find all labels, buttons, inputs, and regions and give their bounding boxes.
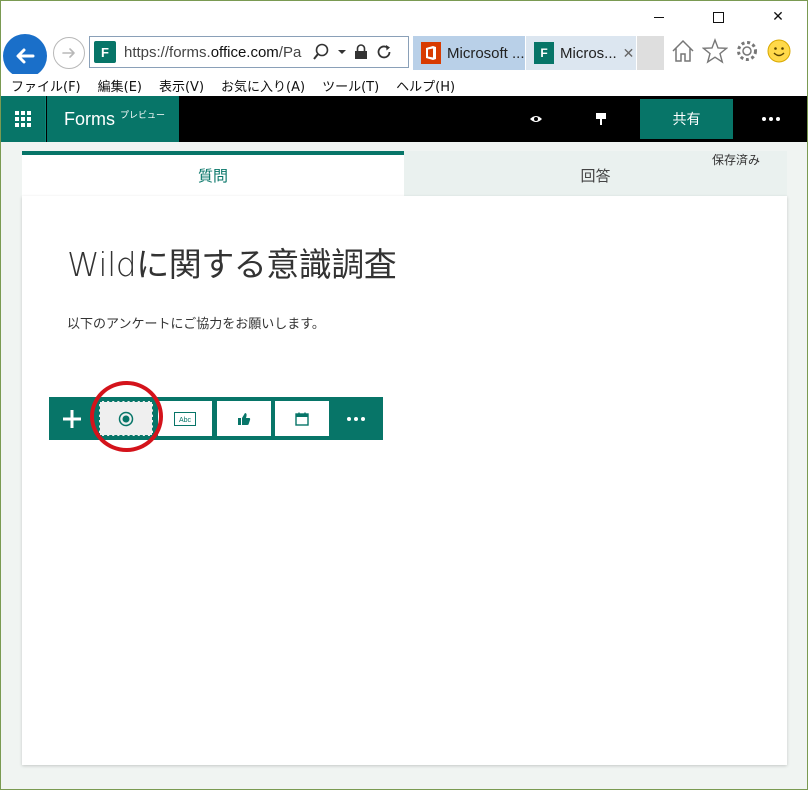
menu-help[interactable]: ヘルプ(H) [396,76,455,95]
tab-label: Microsoft ... [447,44,525,62]
text-abc-icon: Abc [174,411,196,426]
forward-button[interactable] [53,37,85,69]
new-tab-button[interactable] [637,36,664,70]
forms-favicon-icon: F [94,41,116,63]
form-title[interactable]: Wildに関する意識調査 [67,238,397,286]
app-launcher-button[interactable] [0,96,46,142]
arrow-left-icon [16,48,35,64]
maximize-button[interactable] [695,4,741,30]
dot [762,117,766,121]
gear-icon[interactable] [734,38,760,64]
tab-questions[interactable]: 質問 [22,151,404,196]
home-icon[interactable] [670,38,696,64]
radio-icon [118,411,134,426]
title-bar: ✕ [0,0,808,34]
forms-header: Forms プレビュー 共有 [0,96,808,142]
tab-label: Micros... [560,44,617,62]
thumb-icon [238,412,251,425]
add-question-button[interactable] [49,397,95,440]
brand-name: Forms [64,108,115,129]
menu-bar: ファイル(F) 編集(E) 表示(V) お気に入り(A) ツール(T) ヘルプ(… [0,74,808,96]
preview-button[interactable] [526,109,546,129]
dot [354,416,358,421]
search-icon[interactable] [312,43,330,61]
theme-button[interactable] [591,109,611,129]
smiley-icon[interactable] [766,38,792,64]
text-question-button[interactable]: Abc [158,401,212,436]
eye-icon [530,116,542,122]
browser-tab-microsoft[interactable]: Microsoft ... [413,36,525,70]
menu-tools[interactable]: ツール(T) [322,76,379,95]
abc-label: Abc [179,417,192,424]
preview-tag: プレビュー [120,110,166,121]
minimize-button[interactable] [636,4,682,30]
forms-brand[interactable]: Forms プレビュー [47,96,179,142]
office-icon [421,42,441,64]
menu-file[interactable]: ファイル(F) [11,76,81,95]
menu-view[interactable]: 表示(V) [159,76,204,95]
rating-question-button[interactable] [217,401,271,436]
form-description[interactable]: 以下のアンケートにご協力をお願いします。 [67,313,325,332]
waffle-icon [14,111,31,127]
url-text[interactable]: https://forms.office.com/Pa [124,44,306,61]
add-question-toolbar: Abc [49,397,383,440]
calendar-icon [295,412,309,426]
dot [347,416,351,421]
dot [769,117,773,121]
more-options-button[interactable] [748,99,794,139]
back-button[interactable] [3,34,47,78]
date-question-button[interactable] [275,401,329,436]
address-bar[interactable]: F https://forms.office.com/Pa [89,36,409,68]
choice-question-button[interactable] [99,401,153,436]
close-button[interactable]: ✕ [755,4,801,30]
menu-edit[interactable]: 編集(E) [98,76,142,95]
dropdown-icon[interactable] [337,47,347,57]
plus-icon [63,409,81,428]
forms-icon: F [534,42,554,64]
menu-favorites[interactable]: お気に入り(A) [221,76,305,95]
arrow-right-icon [62,48,75,58]
dot [361,416,365,421]
lock-icon[interactable] [354,44,368,60]
navigation-row: F https://forms.office.com/Pa Microsoft … [0,32,808,78]
star-icon[interactable] [702,38,728,64]
more-question-types-button[interactable] [335,401,377,436]
refresh-icon[interactable] [375,43,393,61]
browser-tab-forms[interactable]: F Micros... ✕ [526,36,636,70]
saved-status: 保存済み [712,153,761,167]
tab-close-icon[interactable]: ✕ [623,45,635,62]
editor-tabs: 質問 回答 [22,151,787,196]
paint-brush-icon [596,113,606,125]
dot [776,117,780,121]
share-button[interactable]: 共有 [640,99,733,139]
